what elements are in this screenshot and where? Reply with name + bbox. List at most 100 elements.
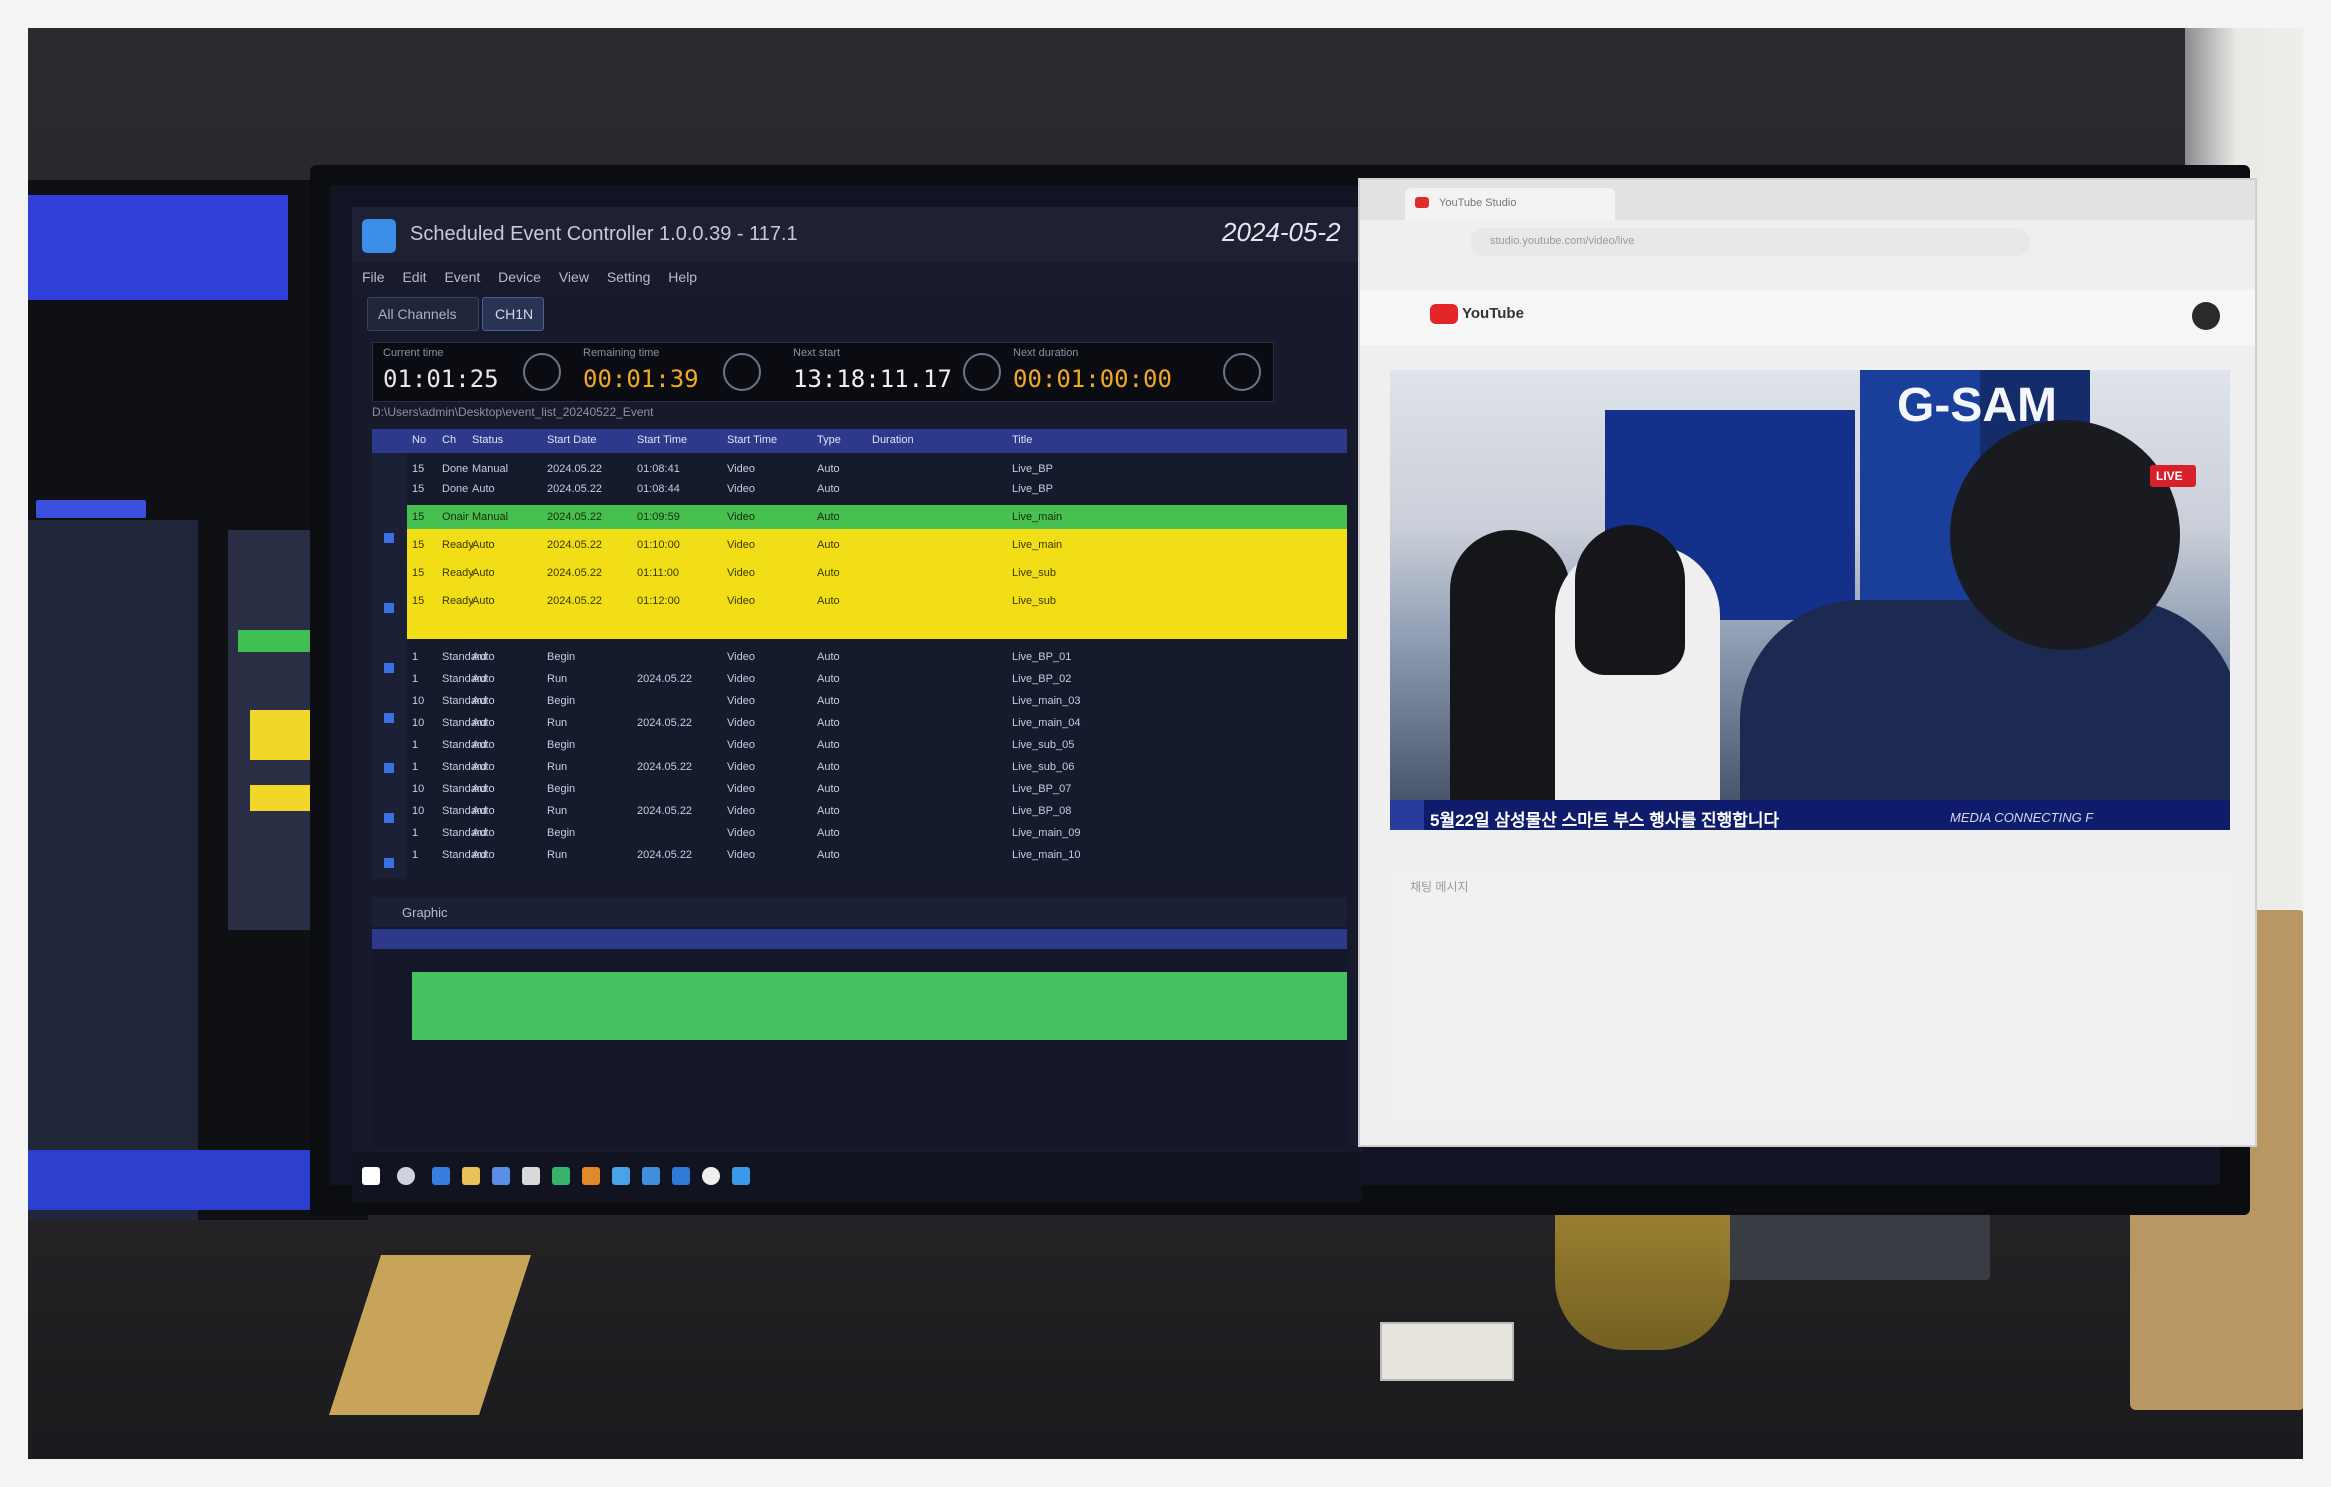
- tab-label: All Channels: [378, 306, 457, 322]
- status-caption: Next start: [793, 347, 841, 359]
- table-row[interactable]: 10 Standard Auto Begin Video Auto Live_BP_07: [372, 781, 1312, 799]
- table-cell: Video: [727, 595, 755, 607]
- table-cell: Video: [727, 761, 755, 773]
- app-icon[interactable]: [582, 1167, 600, 1185]
- table-cell: 01:10:00: [637, 539, 680, 551]
- app-icon[interactable]: [522, 1167, 540, 1185]
- next-icon[interactable]: [963, 353, 1001, 391]
- app-icon[interactable]: [612, 1167, 630, 1185]
- live-video-player[interactable]: G-SAM LIVE 5월22일 삼성물산 스마트 부스 행사를 진행합니다 M…: [1390, 370, 2230, 830]
- table-row[interactable]: 15 Done Manual 2024.05.22 01:08:41 Video Auto L…: [372, 461, 1312, 479]
- table-row[interactable]: 1 Standard Auto Begin Video Auto Live_main_09: [372, 825, 1312, 843]
- youtube-logo-icon[interactable]: [1430, 304, 1458, 324]
- table-cell: Auto: [817, 673, 840, 685]
- app-icon[interactable]: [492, 1167, 510, 1185]
- live-chat-area[interactable]: 채팅 메시지: [1390, 870, 2230, 1120]
- table-row[interactable]: 15 Ready Auto 2024.05.22 01:11:00 Video Auto Li…: [372, 565, 1312, 583]
- table-cell: Live_sub_05: [1012, 739, 1075, 751]
- table-row[interactable]: 15 Ready Auto 2024.05.22 01:12:00 Video Auto Li…: [372, 593, 1312, 611]
- table-cell: Done: [442, 483, 469, 495]
- table-cell: Ready: [442, 539, 474, 551]
- grid-column-header[interactable]: Title: [1012, 434, 1032, 446]
- table-cell: Begin: [547, 651, 576, 663]
- grid-column-header[interactable]: Ch: [442, 434, 456, 446]
- avatar[interactable]: [2192, 302, 2220, 330]
- graphic-onair-bar: [412, 972, 1347, 1040]
- menu-items[interactable]: File Edit Event Device View Setting Help: [362, 269, 697, 285]
- remaining-time: 00:01:39: [583, 365, 699, 393]
- table-cell: Auto: [817, 783, 840, 795]
- table-cell: Auto: [817, 651, 840, 663]
- table-cell: 10: [412, 805, 425, 817]
- table-row[interactable]: 15 Onair Manual 2024.05.22 01:09:59 Video Auto…: [372, 509, 1312, 527]
- table-row[interactable]: 1 Standard Auto Run 2024.05.22 Video Auto Live_…: [372, 671, 1312, 689]
- table-cell: Auto: [817, 567, 840, 579]
- grid-header: No Ch Status Start Date Start Time Start…: [372, 429, 1347, 453]
- next-duration: 00:01:00:00: [1013, 365, 1172, 393]
- left-monitor-button[interactable]: [36, 500, 146, 518]
- address-bar[interactable]: studio.youtube.com/video/live: [1470, 228, 2030, 256]
- chrome-icon[interactable]: [702, 1167, 720, 1185]
- edge-icon[interactable]: [432, 1167, 450, 1185]
- table-cell: Ready: [442, 567, 474, 579]
- person-hair: [1575, 525, 1685, 675]
- app-icon[interactable]: [732, 1167, 750, 1185]
- play-icon[interactable]: [523, 353, 561, 391]
- grid-column-header[interactable]: No: [412, 434, 426, 446]
- table-row[interactable]: 10 Standard Auto Run 2024.05.22 Video Auto Live…: [372, 715, 1312, 733]
- table-cell: Auto: [472, 483, 495, 495]
- app-icon[interactable]: [672, 1167, 690, 1185]
- table-cell: Live_main_10: [1012, 849, 1081, 861]
- table-row[interactable]: 15 Done Auto 2024.05.22 01:08:44 Video Auto Liv…: [372, 481, 1312, 499]
- table-row[interactable]: 10 Standard Auto Run 2024.05.22 Video Auto Live…: [372, 803, 1312, 821]
- person-silhouette: [1740, 600, 2230, 830]
- table-row[interactable]: 10 Standard Auto Begin Video Auto Live_main_03: [372, 693, 1312, 711]
- table-cell: Auto: [817, 511, 840, 523]
- desk-card: [1380, 1322, 1514, 1381]
- app-icon[interactable]: [552, 1167, 570, 1185]
- grid-column-header[interactable]: Start Time: [637, 434, 687, 446]
- table-row[interactable]: 1 Standard Auto Begin Video Auto Live_sub_05: [372, 737, 1312, 755]
- table-cell: 1: [412, 673, 419, 685]
- settings-knob-icon[interactable]: [1223, 353, 1261, 391]
- youtube-logo-text[interactable]: YouTube: [1462, 305, 1524, 322]
- table-cell: Auto: [817, 463, 840, 475]
- table-cell: Onair: [442, 511, 469, 523]
- graphic-panel: Graphic: [372, 897, 1347, 1147]
- table-cell: Live_main_04: [1012, 717, 1081, 729]
- app-icon[interactable]: [642, 1167, 660, 1185]
- browser-tab[interactable]: YouTube Studio: [1405, 188, 1615, 220]
- table-cell: Live_main_09: [1012, 827, 1081, 839]
- table-cell: Auto: [817, 539, 840, 551]
- tab-label: CH1N: [495, 306, 534, 322]
- drink-cup: [1555, 1200, 1730, 1350]
- grid-column-header[interactable]: Duration: [872, 434, 914, 446]
- tab-all-channels[interactable]: All Channels: [367, 297, 479, 331]
- table-row[interactable]: 1 Standard Auto Begin Video Auto Live_BP_01: [372, 649, 1312, 667]
- table-cell: Video: [727, 849, 755, 861]
- table-cell: 01:08:41: [637, 463, 680, 475]
- pause-icon[interactable]: [723, 353, 761, 391]
- table-cell: Live_BP_01: [1012, 651, 1072, 663]
- table-cell: Auto: [817, 761, 840, 773]
- table-cell: Run: [547, 717, 568, 729]
- tab-ch1n[interactable]: CH1N: [482, 297, 544, 331]
- folder-icon[interactable]: [462, 1167, 480, 1185]
- table-cell: 15: [412, 539, 425, 551]
- table-cell: 1: [412, 651, 419, 663]
- table-cell: 10: [412, 783, 425, 795]
- table-cell: Video: [727, 695, 755, 707]
- grid-column-header[interactable]: Start Date: [547, 434, 597, 446]
- grid-column-header[interactable]: Type: [817, 434, 841, 446]
- app-logo-icon: [362, 219, 396, 253]
- search-icon[interactable]: [397, 1167, 415, 1185]
- table-cell: Video: [727, 483, 755, 495]
- live-badge: LIVE: [2150, 465, 2196, 487]
- start-icon[interactable]: [362, 1167, 380, 1185]
- table-row[interactable]: 15 Ready Auto 2024.05.22 01:10:00 Video Auto Li…: [372, 537, 1312, 555]
- grid-column-header[interactable]: Start Time: [727, 434, 777, 446]
- table-row[interactable]: 1 Standard Auto Run 2024.05.22 Video Auto Live_…: [372, 759, 1312, 777]
- table-cell: 01:08:44: [637, 483, 680, 495]
- table-row[interactable]: 1 Standard Auto Run 2024.05.22 Video Auto Live_…: [372, 847, 1312, 865]
- grid-column-header[interactable]: Status: [472, 434, 503, 446]
